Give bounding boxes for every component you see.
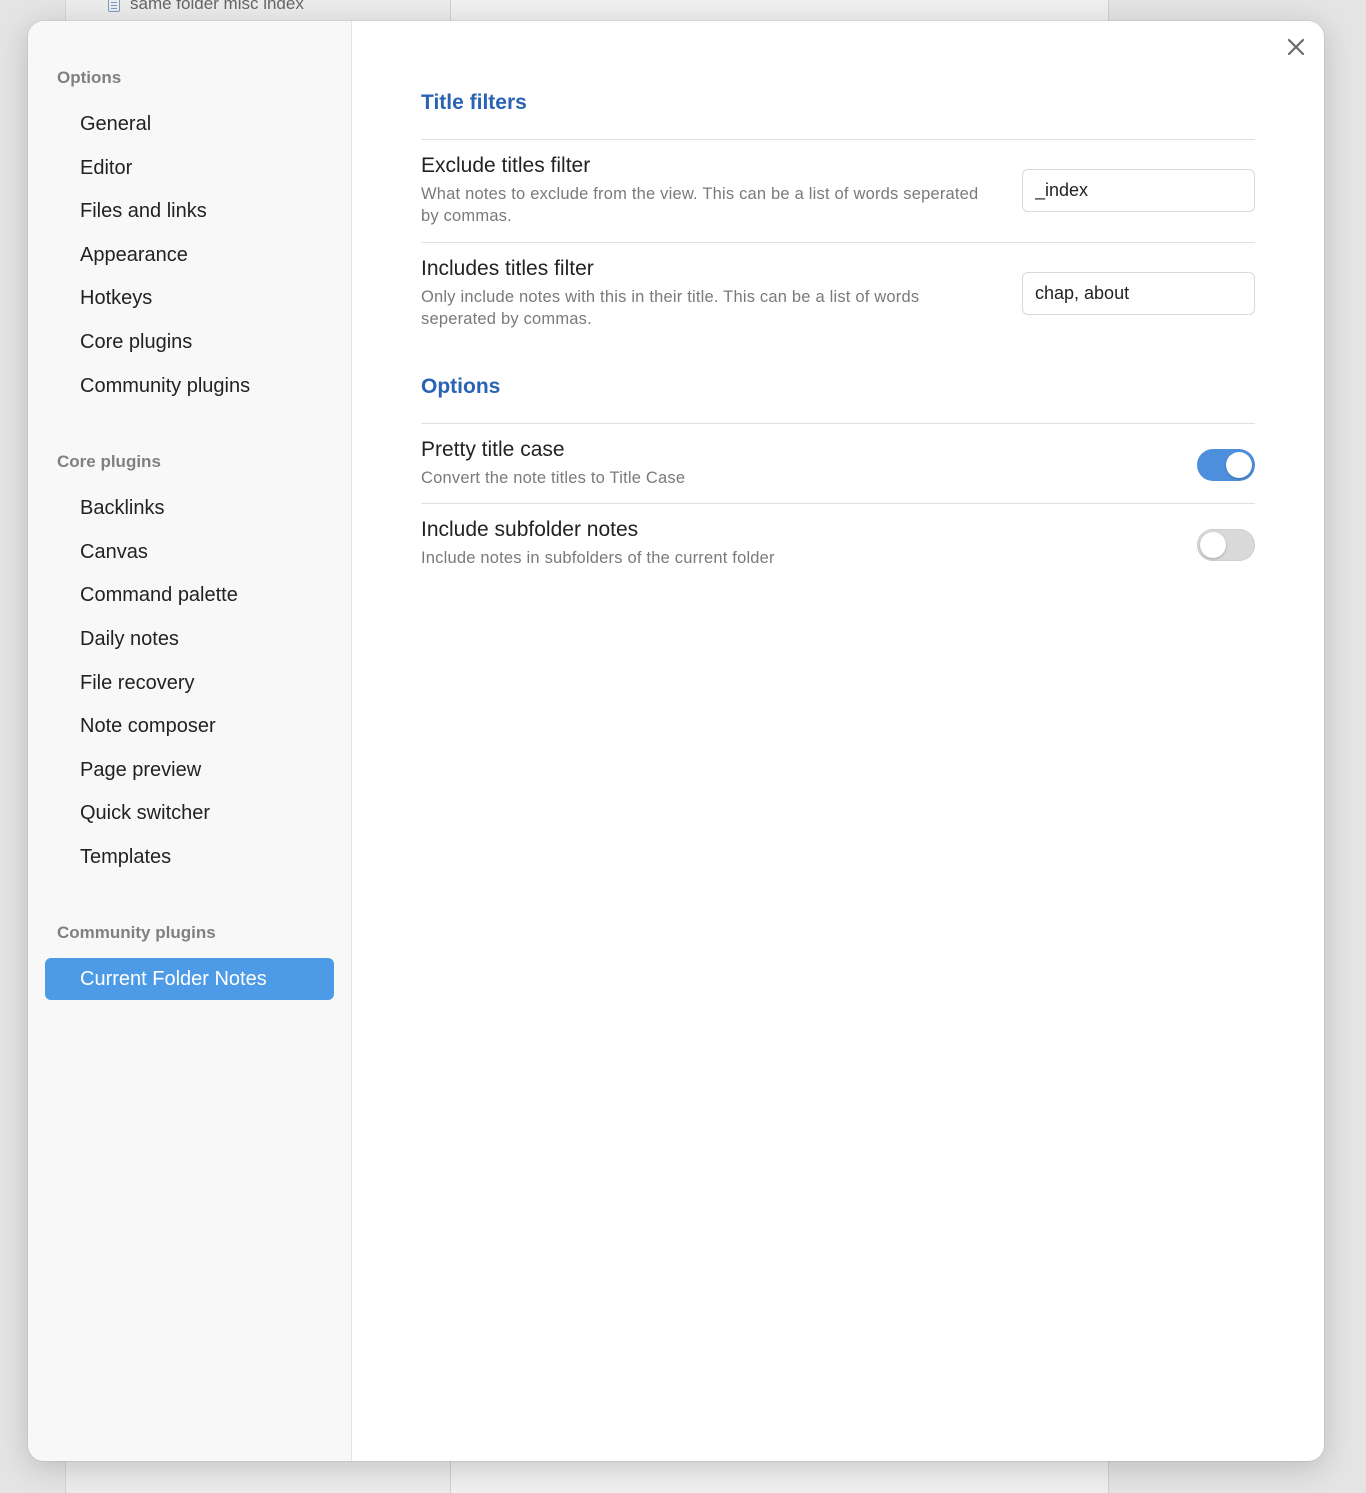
sidebar-group-core-plugins: Core plugins Backlinks Canvas Command pa… [28,449,351,879]
sidebar-heading: Community plugins [57,922,216,942]
section-heading-options: Options [421,375,501,398]
sidebar-item-note-composer[interactable]: Note composer [45,705,334,749]
settings-sidebar: Options General Editor Files and links A… [28,21,352,1461]
setting-description: Only include notes with this in their ti… [421,288,920,328]
setting-exclude-titles-filter: Exclude titles filter What notes to excl… [421,139,1255,242]
exclude-titles-input[interactable] [1022,169,1255,212]
close-icon [1287,38,1305,56]
setting-name: Include subfolder notes [421,518,639,541]
sidebar-group-community-plugins: Community plugins Current Folder Notes [28,920,351,1000]
sidebar-item-appearance[interactable]: Appearance [45,234,334,278]
sidebar-item-canvas[interactable]: Canvas [45,531,334,575]
setting-name: Pretty title case [421,438,565,461]
setting-includes-titles-filter: Includes titles filter Only include note… [421,242,1255,345]
include-subfolder-notes-toggle[interactable] [1197,529,1255,561]
sidebar-item-hotkeys[interactable]: Hotkeys [45,277,334,321]
setting-info: Includes titles filter Only include note… [421,255,981,330]
sidebar-heading: Options [57,68,122,87]
file-icon [108,0,120,12]
setting-info: Exclude titles filter What notes to excl… [421,152,981,227]
sidebar-item-command-palette[interactable]: Command palette [45,574,334,618]
section-heading-title-filters: Title filters [421,91,527,114]
setting-include-subfolder-notes: Include subfolder notes Include notes in… [421,503,1255,583]
close-button[interactable] [1282,33,1310,61]
sidebar-item-core-plugins[interactable]: Core plugins [45,321,334,365]
setting-description: What notes to exclude from the view. Thi… [421,185,979,225]
setting-info: Pretty title case Convert the note title… [421,436,981,489]
sidebar-item-quick-switcher[interactable]: Quick switcher [45,792,334,836]
setting-info: Include subfolder notes Include notes in… [421,516,981,569]
setting-pretty-title-case: Pretty title case Convert the note title… [421,423,1255,503]
settings-modal: Options General Editor Files and links A… [28,21,1324,1461]
sidebar-item-backlinks[interactable]: Backlinks [45,487,334,531]
setting-description: Include notes in subfolders of the curre… [421,549,775,567]
sidebar-item-general[interactable]: General [45,103,334,147]
setting-name: Includes titles filter [421,257,594,280]
sidebar-group-options: Options General Editor Files and links A… [28,65,351,408]
background-file-label: same folder misc index [130,0,304,13]
toggle-knob [1226,452,1252,478]
sidebar-item-files-and-links[interactable]: Files and links [45,190,334,234]
setting-name: Exclude titles filter [421,154,591,177]
settings-content: Title filters Exclude titles filter What… [352,21,1324,1461]
sidebar-item-community-plugins[interactable]: Community plugins [45,365,334,409]
setting-description: Convert the note titles to Title Case [421,469,686,487]
sidebar-item-templates[interactable]: Templates [45,836,334,880]
background-file-item: same folder misc index [108,0,304,14]
sidebar-item-page-preview[interactable]: Page preview [45,749,334,793]
sidebar-item-current-folder-notes[interactable]: Current Folder Notes [45,957,334,1000]
includes-titles-input[interactable] [1022,272,1255,315]
sidebar-item-editor[interactable]: Editor [45,147,334,191]
sidebar-item-file-recovery[interactable]: File recovery [45,662,334,706]
sidebar-item-daily-notes[interactable]: Daily notes [45,618,334,662]
sidebar-heading: Core plugins [57,452,161,472]
toggle-knob [1200,532,1226,558]
pretty-title-case-toggle[interactable] [1197,449,1255,481]
